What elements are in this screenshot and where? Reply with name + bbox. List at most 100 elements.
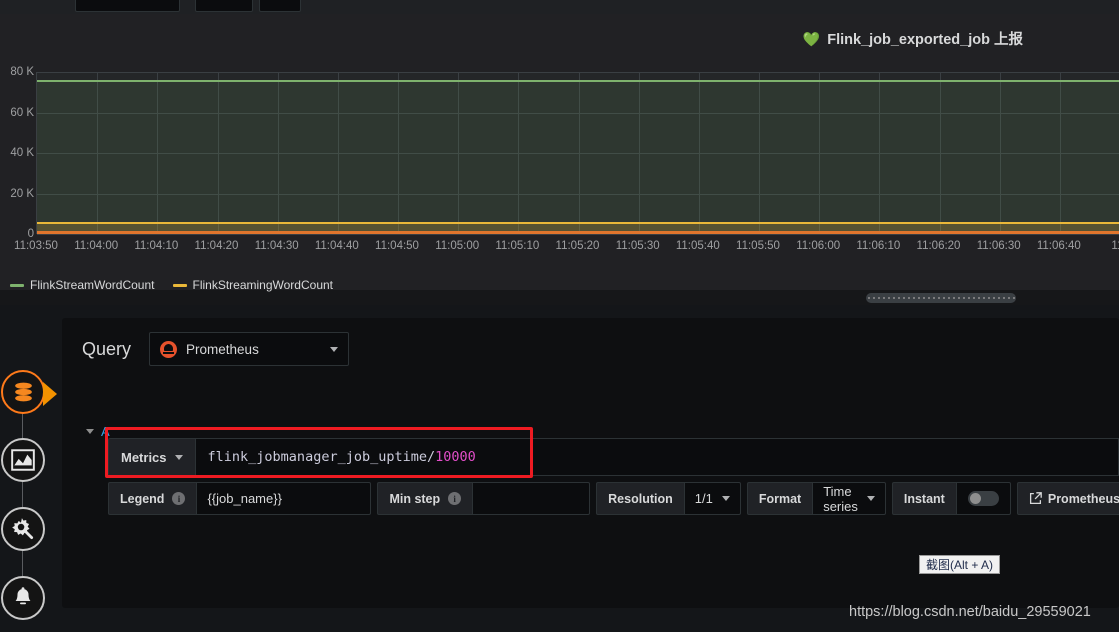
sidebar-item-alert[interactable] [1,576,45,620]
database-icon [11,380,36,405]
watermark: https://blog.csdn.net/baidu_29559021 [849,604,1091,620]
resolution-value: 1/1 [695,491,713,506]
x-axis-tick-label: 11: [1111,240,1119,252]
y-axis-tick-label: 20 K [10,188,34,200]
query-header: Query Prometheus [82,332,349,366]
query-options-row: Legend i {{job_name}} Min step i [108,482,1119,515]
drag-grip-dot [943,297,945,299]
x-axis-tick-label: 11:06:20 [917,240,961,252]
instant-toggle[interactable] [956,482,1011,515]
drag-grip-dot [908,297,910,299]
external-link-icon [1029,492,1042,505]
drag-grip-dot [878,297,880,299]
series-baseline [37,231,1119,234]
chevron-down-icon [86,429,94,434]
dashboard-toolbar: Prometheus All [0,0,1119,14]
panel-resize-handle[interactable] [866,293,1016,303]
screenshot-tooltip: 截图(Alt + A) [919,555,1000,574]
sidebar-item-transform[interactable] [1,507,45,551]
chevron-down-icon [722,496,730,501]
x-axis-tick-label: 11:06:10 [856,240,900,252]
screenshot-tooltip-text: 截图(Alt + A) [926,556,993,573]
prometheus-link-label: Prometheus [1048,492,1119,506]
y-axis-tick-label: 60 K [10,107,34,119]
drag-grip-dot [1013,297,1015,299]
min-step-field-group: Min step i [377,482,590,515]
y-axis-tick-label: 80 K [10,66,34,78]
info-icon[interactable]: i [448,492,461,505]
x-axis-tick-label: 11:04:00 [74,240,118,252]
chevron-down-icon [175,455,183,460]
x-axis-tick-label: 11:05:50 [736,240,780,252]
variable-chip[interactable] [195,0,253,12]
legend-item[interactable]: FlinkStreamingWordCount [173,278,334,292]
x-axis-tick-label: 11:04:20 [195,240,239,252]
datasource-variable-chip[interactable]: Prometheus [75,0,180,12]
prometheus-external-link[interactable]: Prometheus [1017,482,1119,515]
legend-color-swatch [173,284,187,287]
x-axis-tick-label: 11:06:30 [977,240,1021,252]
min-step-label-text: Min step [389,492,440,506]
all-variable-chip[interactable]: All [259,0,301,12]
x-axis-tick-label: 11:04:40 [315,240,359,252]
query-expression-text: flink_jobmanager_job_uptime/ [208,449,436,465]
query-row-id: A [101,424,110,439]
datasource-picker[interactable]: Prometheus [149,332,349,366]
x-axis-tick-label: 11:05:40 [676,240,720,252]
query-expression-input[interactable]: flink_jobmanager_job_uptime/10000 [195,438,1119,476]
format-value: Time series [823,484,858,514]
x-axis-tick-label: 11:06:40 [1037,240,1081,252]
format-label: Format [747,482,812,515]
watermark-text: https://blog.csdn.net/baidu_29559021 [849,604,1091,620]
prometheus-icon [160,341,177,358]
query-row-toggle-a[interactable]: A [86,424,110,439]
format-select[interactable]: Time series [812,482,886,515]
drag-grip-dot [988,297,990,299]
metrics-dropdown-button[interactable]: Metrics [108,438,195,476]
app-root: Prometheus All 💚 Flink_job_exported_job … [0,0,1119,632]
drag-grip-dot [903,297,905,299]
drag-grip-dot [963,297,965,299]
drag-grip-dot [993,297,995,299]
all-variable-label: All [273,0,287,3]
legend-field-group: Legend i {{job_name}} [108,482,371,515]
chevron-down-icon [867,496,875,501]
sidebar-item-visualization[interactable] [1,438,45,482]
resolution-label: Resolution [596,482,684,515]
y-axis-tick-label: 40 K [10,147,34,159]
instant-label: Instant [892,482,956,515]
legend-label: FlinkStreamingWordCount [193,278,334,292]
legend-input[interactable]: {{job_name}} [196,482,371,515]
editor-sidebar [0,370,56,632]
graph-area: 020 K40 K60 K80 K 11:03:5011:04:0011:04:… [0,50,1119,290]
instant-field-group: Instant [892,482,1011,515]
y-axis: 020 K40 K60 K80 K [0,72,34,234]
info-icon[interactable]: i [172,492,185,505]
x-axis-tick-label: 11:03:50 [14,240,58,252]
datasource-name: Prometheus [186,342,259,357]
plot-area[interactable] [36,72,1119,234]
x-axis-tick-label: 11:06:00 [796,240,840,252]
drag-grip-dot [893,297,895,299]
resolution-label-text: Resolution [608,492,673,506]
chevron-down-icon [330,347,338,352]
legend-label: FlinkStreamWordCount [30,278,155,292]
drag-grip-dot [888,297,890,299]
query-expression-number: 10000 [435,449,476,465]
drag-grip-dot [873,297,875,299]
drag-grip-dot [928,297,930,299]
chart-legend: FlinkStreamWordCount FlinkStreamingWordCo… [10,278,333,292]
resolution-select[interactable]: 1/1 [684,482,741,515]
legend-item[interactable]: FlinkStreamWordCount [10,278,155,292]
metrics-dropdown-label: Metrics [121,450,167,465]
alert-bell-icon [11,586,35,610]
x-axis: 11:03:5011:04:0011:04:1011:04:2011:04:30… [0,240,1119,258]
sidebar-item-datasource[interactable] [1,370,45,414]
drag-grip-dot [998,297,1000,299]
panel-title[interactable]: 💚 Flink_job_exported_job 上报 [803,28,1023,49]
drag-grip-dot [968,297,970,299]
min-step-input[interactable] [472,482,590,515]
drag-grip-dot [953,297,955,299]
x-axis-tick-label: 11:04:30 [255,240,299,252]
area-chart-icon [10,447,36,473]
